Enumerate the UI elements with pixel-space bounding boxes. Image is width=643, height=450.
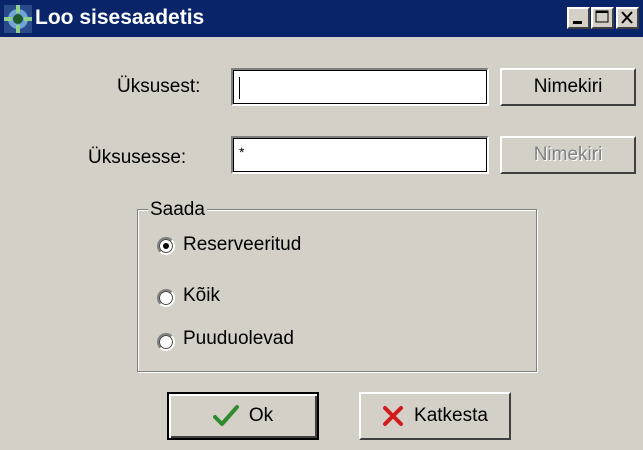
window-title: Loo sisesaadetis — [35, 6, 205, 29]
cancel-button-label: Katkesta — [414, 405, 488, 426]
radio-label-puuduolevad[interactable]: Puuduolevad — [183, 328, 294, 350]
radio-reserveeritud[interactable] — [157, 237, 175, 255]
text-caret — [239, 77, 240, 99]
radio-koik[interactable] — [157, 289, 175, 307]
to-input-value: * — [239, 144, 245, 160]
radio-selected-dot — [163, 243, 169, 249]
ok-button[interactable]: Ok — [167, 392, 319, 440]
to-label: Üksusesse: — [88, 147, 187, 168]
title-bar[interactable]: Loo sisesaadetis — [0, 0, 643, 37]
minimize-button[interactable] — [567, 7, 590, 29]
cancel-button[interactable]: Katkesta — [359, 392, 511, 440]
minimize-icon — [573, 21, 582, 24]
radio-puuduolevad[interactable] — [157, 333, 175, 351]
app-icon — [4, 5, 32, 33]
radio-label-reserveeritud[interactable]: Reserveeritud — [183, 234, 301, 256]
to-list-button-label: Nimekiri — [533, 144, 603, 165]
x-icon — [383, 406, 404, 426]
from-list-button-label: Nimekiri — [533, 76, 603, 97]
to-list-button[interactable]: Nimekiri — [500, 136, 636, 174]
from-list-button[interactable]: Nimekiri — [500, 68, 636, 106]
ok-button-label: Ok — [248, 405, 274, 426]
radio-label-koik[interactable]: Kõik — [183, 285, 220, 307]
to-input[interactable]: * — [231, 136, 489, 174]
checkmark-icon — [212, 405, 239, 426]
close-button[interactable] — [616, 7, 639, 29]
send-group-legend: Saada — [148, 199, 207, 221]
from-label: Üksusest: — [117, 76, 201, 97]
dialog-window: Loo sisesaadetis Üksusest: Nimekiri Üksu… — [0, 0, 643, 450]
maximize-button[interactable] — [591, 7, 614, 29]
maximize-icon — [595, 10, 609, 23]
close-icon — [621, 11, 633, 24]
from-input[interactable] — [231, 68, 489, 106]
